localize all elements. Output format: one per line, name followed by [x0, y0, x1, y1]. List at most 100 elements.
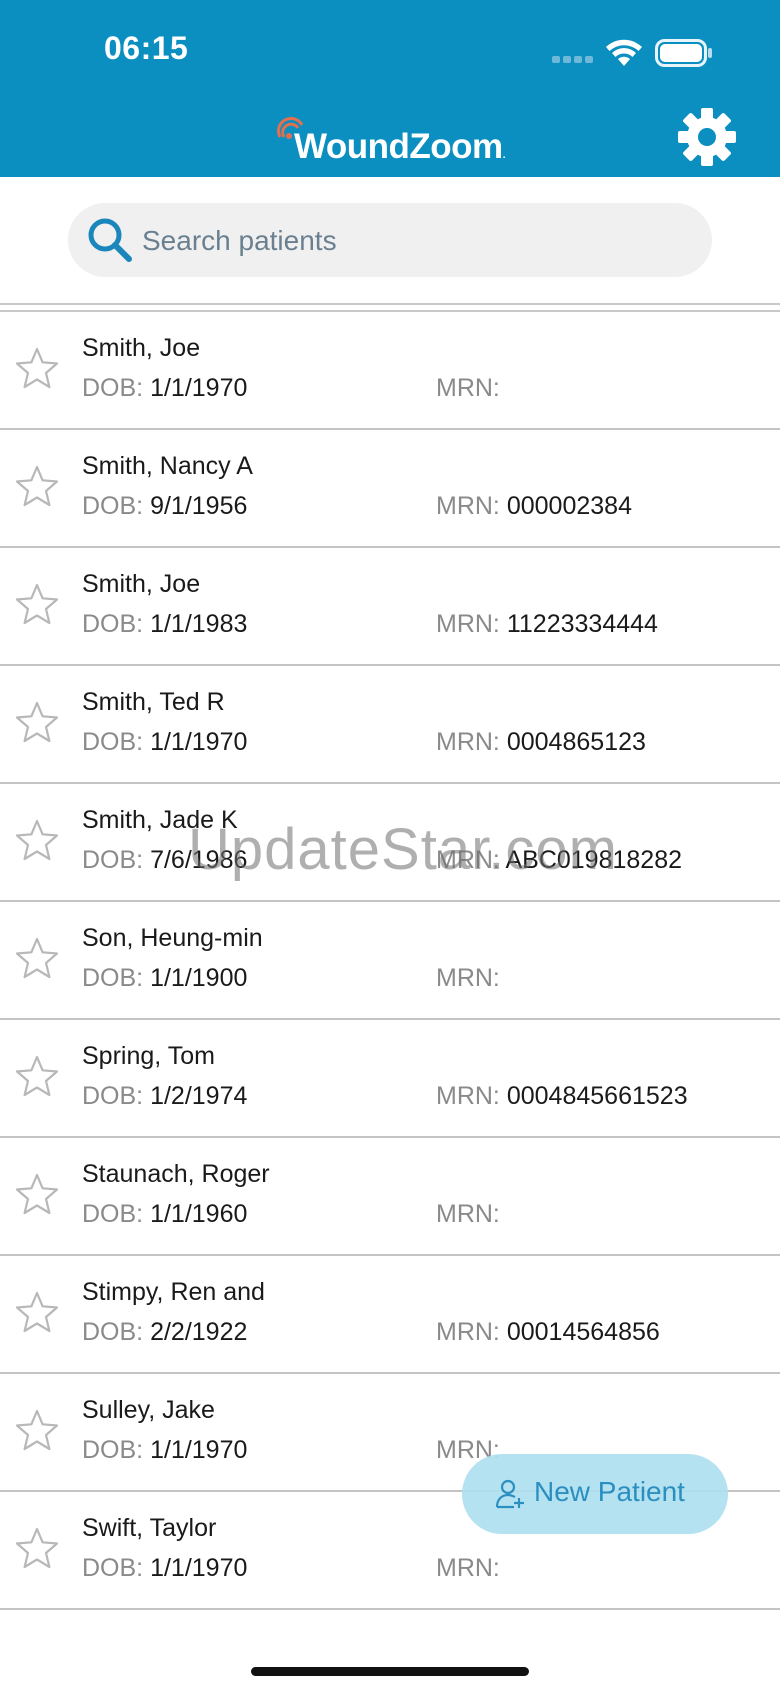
dob-label: DOB:: [82, 846, 144, 874]
patient-name: Sulley, Jake: [82, 1396, 215, 1424]
patient-mrn: MRN:: [436, 1200, 500, 1229]
mrn-label: MRN:: [436, 492, 500, 520]
patient-name: Stimpy, Ren and: [82, 1278, 265, 1306]
dob-label: DOB:: [82, 492, 144, 520]
dob-value: 1/1/1970: [150, 374, 248, 402]
star-outline-icon[interactable]: [14, 581, 60, 627]
mrn-value: ABC019818282: [505, 846, 683, 874]
cellular-signal-icon: [552, 56, 594, 66]
patient-dob: DOB: 1/1/1970: [82, 1554, 247, 1583]
mrn-value: 11223334444: [506, 610, 658, 638]
dob-label: DOB:: [82, 610, 144, 638]
patient-name: Smith, Joe: [82, 334, 201, 362]
star-outline-icon[interactable]: [14, 699, 60, 745]
star-outline-icon[interactable]: [14, 1289, 60, 1335]
mrn-value: 0004865123: [506, 728, 646, 756]
app-header: 06:15 WoundZoom.: [0, 0, 780, 177]
patient-list: Smith, Joe DOB: 1/1/1970 MRN: Smith, Nancy…: [0, 310, 780, 1610]
mrn-label: MRN:: [436, 610, 500, 638]
wifi-icon: [606, 39, 642, 66]
patient-dob: DOB: 1/1/1970: [82, 728, 247, 757]
gear-icon[interactable]: [676, 106, 738, 168]
patient-mrn: MRN:: [436, 374, 500, 403]
star-outline-icon[interactable]: [14, 1053, 60, 1099]
search-box[interactable]: [68, 203, 712, 279]
mrn-value: 000002384: [506, 492, 632, 520]
mrn-label: MRN:: [436, 728, 500, 756]
star-outline-icon[interactable]: [14, 935, 60, 981]
status-time: 06:15: [104, 30, 189, 66]
dob-label: DOB:: [82, 964, 144, 992]
search-bar-area: [0, 177, 780, 305]
add-user-icon: [495, 1479, 524, 1509]
search-input[interactable]: [140, 203, 694, 279]
patient-name: Swift, Taylor: [82, 1514, 217, 1542]
patient-dob: DOB: 1/1/1960: [82, 1200, 247, 1229]
new-patient-button[interactable]: New Patient: [462, 1454, 728, 1534]
star-outline-icon[interactable]: [14, 345, 60, 391]
dob-value: 1/2/1974: [150, 1082, 248, 1110]
dob-value: 2/2/1922: [150, 1318, 248, 1346]
new-patient-label: New Patient: [534, 1476, 685, 1507]
dob-value: 1/1/1970: [150, 728, 248, 756]
patient-mrn: MRN: 11223334444: [436, 610, 658, 639]
dob-value: 1/1/1900: [150, 964, 248, 992]
mrn-value: 00014564856: [506, 1318, 660, 1346]
dob-value: 7/6/1986: [150, 846, 248, 874]
star-outline-icon[interactable]: [14, 1407, 60, 1453]
patient-row[interactable]: Smith, Jade K DOB: 7/6/1986 MRN: ABC019818…: [0, 784, 780, 902]
dob-value: 1/1/1960: [150, 1200, 248, 1228]
patient-dob: DOB: 1/1/1983: [82, 610, 247, 639]
patient-mrn: MRN:: [436, 1554, 500, 1583]
patient-name: Smith, Joe: [82, 570, 201, 598]
mrn-label: MRN:: [436, 374, 500, 402]
dob-label: DOB:: [82, 1554, 144, 1582]
patient-mrn: MRN: ABC019818282: [436, 846, 682, 875]
dob-label: DOB:: [82, 1436, 144, 1464]
patient-row[interactable]: Son, Heung-min DOB: 1/1/1900 MRN:: [0, 902, 780, 1020]
patient-row[interactable]: Stimpy, Ren and DOB: 2/2/1922 MRN: 0001456…: [0, 1256, 780, 1374]
patient-dob: DOB: 2/2/1922: [82, 1318, 247, 1347]
mrn-label: MRN:: [436, 964, 500, 992]
star-outline-icon[interactable]: [14, 817, 60, 863]
dob-value: 9/1/1956: [150, 492, 248, 520]
patient-row[interactable]: Smith, Nancy A DOB: 9/1/1956 MRN: 00000238…: [0, 430, 780, 548]
patient-mrn: MRN: 0004865123: [436, 728, 646, 757]
patient-dob: DOB: 1/1/1970: [82, 374, 247, 403]
mrn-label: MRN:: [436, 1200, 500, 1228]
patient-name: Son, Heung-min: [82, 924, 263, 952]
home-indicator: [251, 1667, 529, 1676]
dob-value: 1/1/1983: [150, 610, 248, 638]
patient-name: Spring, Tom: [82, 1042, 215, 1070]
patient-mrn: MRN:: [436, 964, 500, 993]
patient-dob: DOB: 7/6/1986: [82, 846, 247, 875]
star-outline-icon[interactable]: [14, 1525, 60, 1571]
patient-name: Staunach, Roger: [82, 1160, 270, 1188]
battery-icon: [655, 39, 712, 67]
patient-dob: DOB: 1/1/1900: [82, 964, 247, 993]
mrn-label: MRN:: [436, 1318, 500, 1346]
patient-dob: DOB: 1/1/1970: [82, 1436, 247, 1465]
patient-row[interactable]: Staunach, Roger DOB: 1/1/1960 MRN:: [0, 1138, 780, 1256]
star-outline-icon[interactable]: [14, 1171, 60, 1217]
patient-row[interactable]: Spring, Tom DOB: 1/2/1974 MRN: 00048456615…: [0, 1020, 780, 1138]
patient-name: Smith, Nancy A: [82, 452, 253, 480]
patient-mrn: MRN: 00014564856: [436, 1318, 660, 1347]
patient-row[interactable]: Smith, Joe DOB: 1/1/1983 MRN: 11223334444: [0, 548, 780, 666]
patient-dob: DOB: 1/2/1974: [82, 1082, 247, 1111]
dob-label: DOB:: [82, 1200, 144, 1228]
search-icon: [88, 218, 132, 262]
mrn-label: MRN:: [436, 1554, 500, 1582]
patient-row[interactable]: Smith, Ted R DOB: 1/1/1970 MRN: 0004865123: [0, 666, 780, 784]
patient-mrn: MRN: 0004845661523: [436, 1082, 688, 1111]
dob-value: 1/1/1970: [150, 1554, 248, 1582]
patient-row[interactable]: Smith, Joe DOB: 1/1/1970 MRN:: [0, 312, 780, 430]
patient-name: Smith, Ted R: [82, 688, 225, 716]
logo-text: WoundZoom.: [294, 127, 506, 166]
mrn-label: MRN:: [436, 1082, 500, 1110]
dob-value: 1/1/1970: [150, 1436, 248, 1464]
star-outline-icon[interactable]: [14, 463, 60, 509]
mrn-label: MRN:: [436, 846, 500, 874]
dob-label: DOB:: [82, 1318, 144, 1346]
dob-label: DOB:: [82, 1082, 144, 1110]
